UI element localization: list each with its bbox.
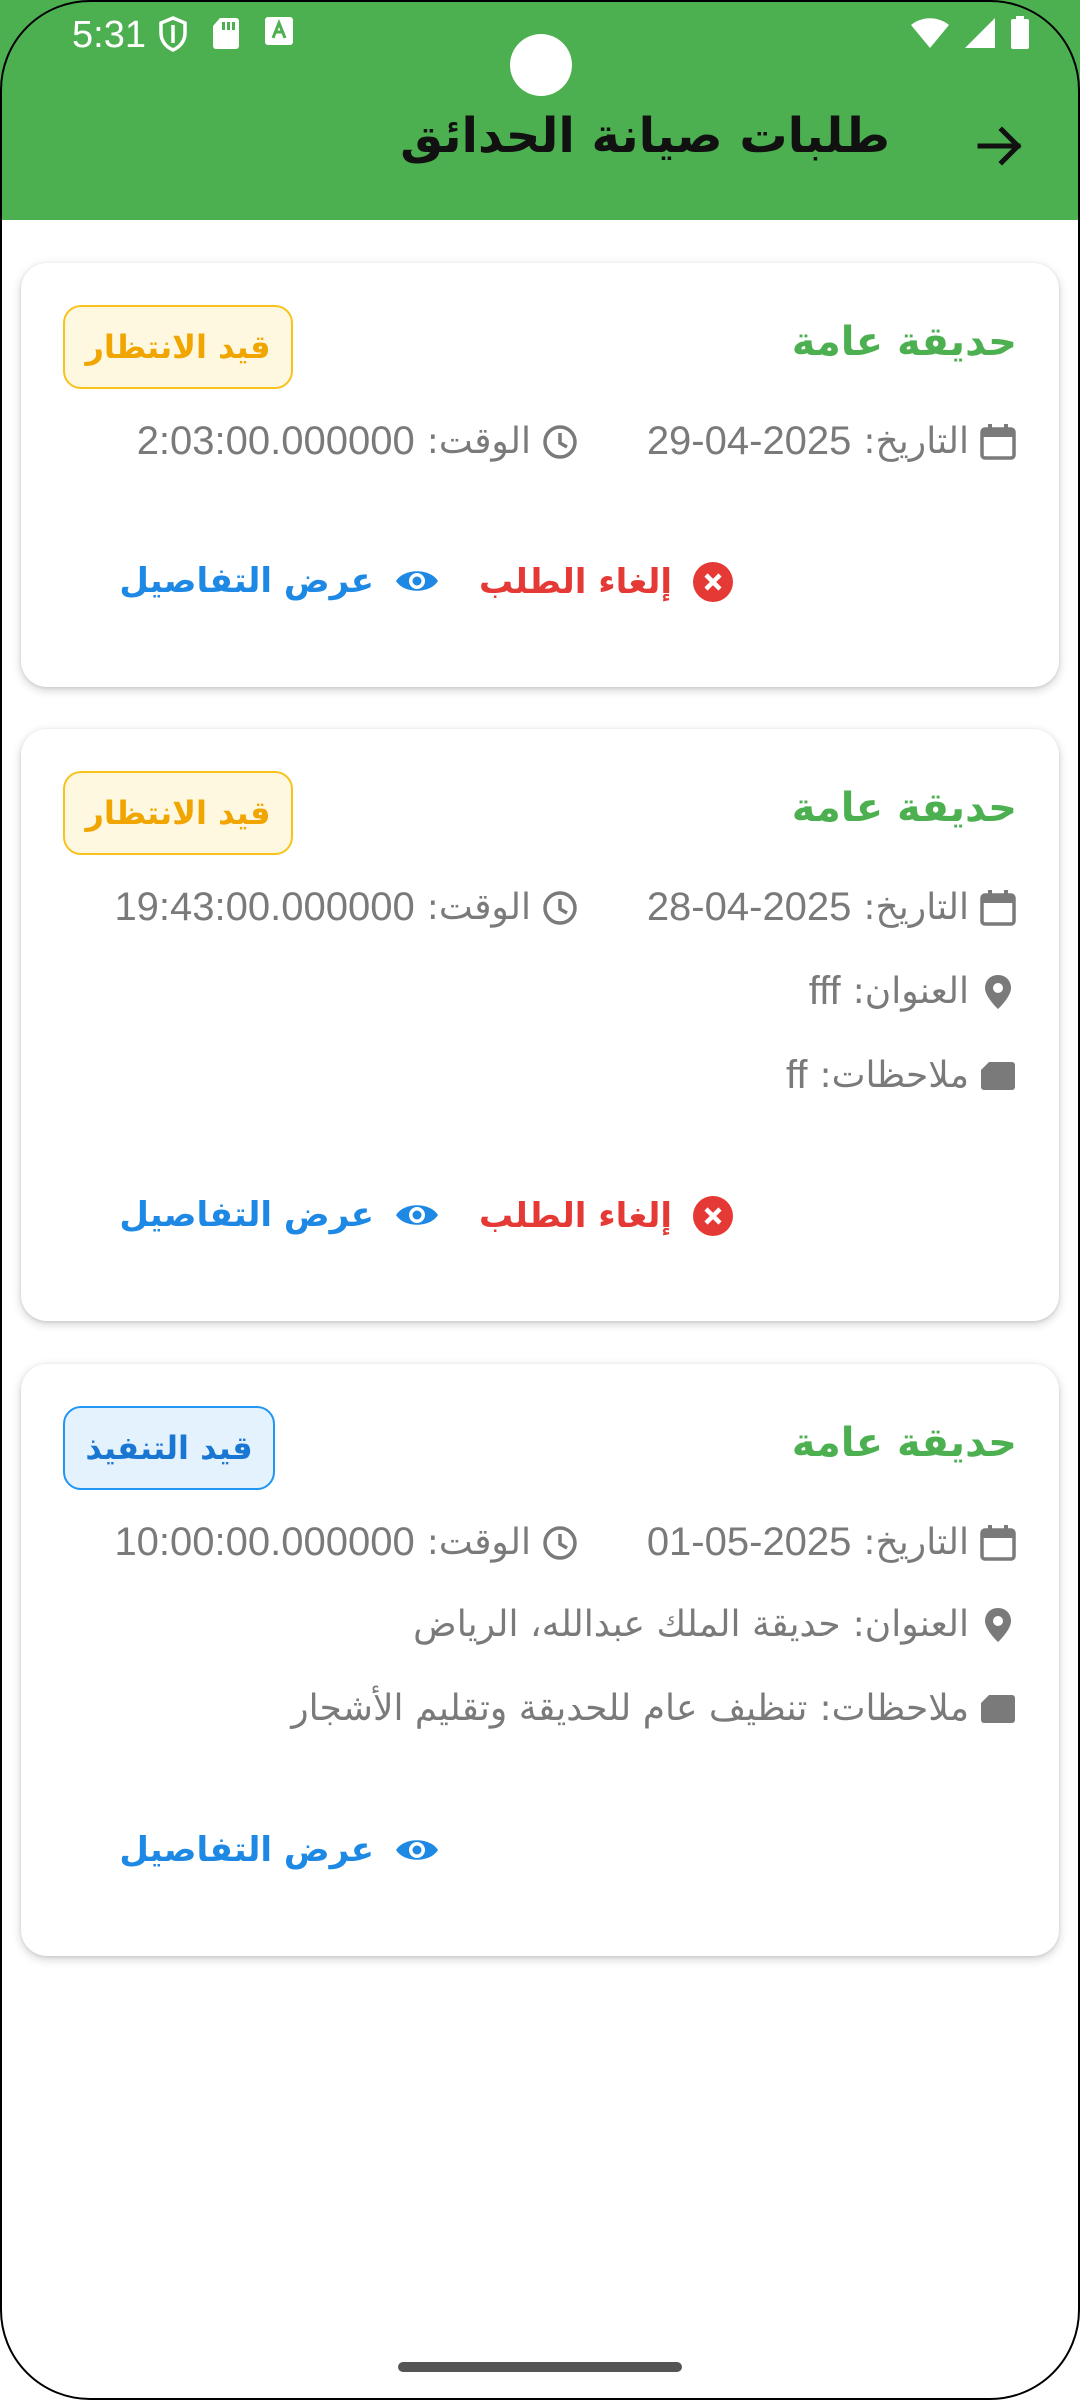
- eye-icon: [394, 565, 440, 597]
- clock-icon: [541, 423, 579, 461]
- notes-row: ملاحظات: ff: [786, 1053, 1017, 1098]
- cancel-label: إلغاء الطلب: [478, 562, 672, 602]
- camera-cutout: [510, 34, 572, 96]
- address-label: العنوان:: [852, 971, 969, 1012]
- time-value: 2:03:00.000000: [136, 419, 415, 463]
- address-row: العنوان: حديقة الملك عبدالله، الرياض: [413, 1604, 1017, 1645]
- status-time: 5:31: [72, 14, 146, 56]
- notes-label: ملاحظات:: [819, 1055, 969, 1096]
- card-title: حديقة عامة: [791, 1420, 1017, 1466]
- address-row: العنوان: fff: [809, 969, 1017, 1014]
- date-value: 29-04-2025: [646, 419, 852, 463]
- sd-card-icon: [212, 16, 240, 56]
- request-card: حديقة عامة قيد التنفيذ التاريخ: 01-05-20…: [21, 1364, 1059, 1956]
- status-icons-right: [910, 16, 1030, 54]
- card-title: حديقة عامة: [791, 785, 1017, 831]
- location-pin-icon: [979, 1606, 1017, 1644]
- time-label: الوقت:: [426, 887, 531, 928]
- view-details-button[interactable]: عرض التفاصيل: [119, 561, 440, 601]
- note-icon: [979, 1059, 1017, 1093]
- date-value: 28-04-2025: [646, 885, 852, 929]
- view-details-button[interactable]: عرض التفاصيل: [119, 1830, 440, 1870]
- app-bar: 5:31 طلبات صيانة الحدائق: [0, 0, 1080, 220]
- notes-label: ملاحظات:: [819, 1688, 969, 1729]
- time-label: الوقت:: [426, 1522, 531, 1563]
- date-label: التاريخ:: [863, 421, 969, 462]
- address-label: العنوان:: [852, 1604, 969, 1645]
- eye-icon: [394, 1834, 440, 1866]
- cancel-request-button[interactable]: إلغاء الطلب: [479, 561, 734, 603]
- request-card: حديقة عامة قيد الانتظار التاريخ: 29-04-2…: [21, 263, 1059, 687]
- address-value: fff: [808, 969, 841, 1013]
- date-row: التاريخ: 01-05-2025: [647, 1520, 1017, 1565]
- notes-value: تنظيف عام للحديقة وتقليم الأشجار: [291, 1688, 808, 1729]
- time-value: 19:43:00.000000: [114, 885, 415, 929]
- wifi-icon: [910, 17, 950, 53]
- calendar-icon: [979, 423, 1017, 461]
- address-value: حديقة الملك عبدالله، الرياض: [413, 1604, 841, 1645]
- page-title: طلبات صيانة الحدائق: [400, 108, 890, 164]
- date-label: التاريخ:: [863, 1522, 969, 1563]
- home-indicator[interactable]: [398, 2362, 682, 2372]
- cancel-circle-icon: [692, 1195, 734, 1237]
- shield-icon: [158, 16, 188, 56]
- cancel-request-button[interactable]: إلغاء الطلب: [479, 1195, 734, 1237]
- calendar-icon: [979, 1524, 1017, 1562]
- request-card: حديقة عامة قيد الانتظار التاريخ: 28-04-2…: [21, 729, 1059, 1321]
- eye-icon: [394, 1199, 440, 1231]
- date-row: التاريخ: 29-04-2025: [647, 419, 1017, 464]
- status-badge: قيد الانتظار: [63, 305, 293, 389]
- notes-value: ff: [785, 1053, 808, 1097]
- clock-icon: [541, 1524, 579, 1562]
- cancel-label: إلغاء الطلب: [478, 1196, 672, 1236]
- arrow-right-icon[interactable]: [974, 120, 1026, 176]
- calendar-icon: [979, 889, 1017, 927]
- notes-row: ملاحظات: تنظيف عام للحديقة وتقليم الأشجا…: [291, 1688, 1017, 1729]
- status-icons-left: [158, 16, 294, 56]
- date-value: 01-05-2025: [646, 1520, 852, 1564]
- time-row: الوقت: 10:00:00.000000: [114, 1520, 579, 1565]
- details-label: عرض التفاصيل: [119, 1830, 374, 1870]
- details-label: عرض التفاصيل: [119, 1195, 374, 1235]
- signal-icon: [964, 17, 996, 53]
- location-pin-icon: [979, 973, 1017, 1011]
- date-label: التاريخ:: [863, 887, 969, 928]
- time-row: الوقت: 19:43:00.000000: [114, 885, 579, 930]
- keyboard-a-icon: [264, 16, 294, 56]
- time-row: الوقت: 2:03:00.000000: [137, 419, 579, 464]
- time-value: 10:00:00.000000: [114, 1520, 415, 1564]
- date-row: التاريخ: 28-04-2025: [647, 885, 1017, 930]
- view-details-button[interactable]: عرض التفاصيل: [119, 1195, 440, 1235]
- time-label: الوقت:: [426, 421, 531, 462]
- clock-icon: [541, 889, 579, 927]
- status-badge: قيد الانتظار: [63, 771, 293, 855]
- card-title: حديقة عامة: [791, 319, 1017, 365]
- status-badge: قيد التنفيذ: [63, 1406, 275, 1490]
- battery-icon: [1010, 16, 1030, 54]
- details-label: عرض التفاصيل: [119, 561, 374, 601]
- cancel-circle-icon: [692, 561, 734, 603]
- note-icon: [979, 1692, 1017, 1726]
